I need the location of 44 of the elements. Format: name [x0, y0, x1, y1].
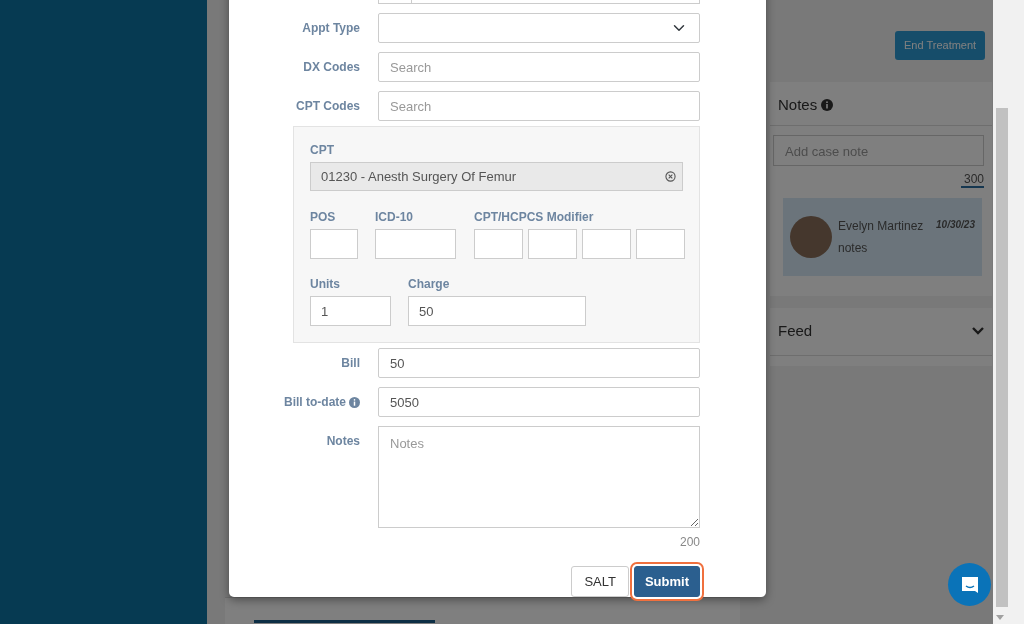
appt-type-select[interactable]: [378, 13, 700, 43]
chevron-icon[interactable]: [972, 327, 984, 336]
charge-field[interactable]: 50: [408, 296, 586, 326]
cpt-value: 01230 - Anesth Surgery Of Femur: [321, 167, 517, 186]
field-label: CPT Codes: [295, 98, 361, 115]
character-counter: 200: [679, 535, 700, 549]
field-label: Notes: [325, 433, 361, 450]
field-label: DX Codes: [302, 59, 361, 76]
modifier-field[interactable]: [528, 229, 577, 259]
pos-field[interactable]: [310, 229, 358, 259]
field-label: CPT/HCPCS Modifier: [474, 209, 595, 226]
field-label: CPT: [310, 142, 335, 159]
character-counter: 300: [960, 171, 984, 188]
bill-field[interactable]: 5050: [378, 387, 700, 417]
info-icon[interactable]: [349, 396, 360, 408]
modifier-field[interactable]: [636, 229, 685, 259]
avatar: [790, 215, 832, 258]
modifier-field[interactable]: [474, 229, 523, 259]
field-label: Units: [310, 276, 341, 293]
note-date: 10/30/23: [936, 217, 975, 232]
salt-button[interactable]: SALT: [571, 566, 629, 597]
field-label: ICD-10: [375, 209, 414, 226]
notes-title: Notes: [778, 95, 818, 115]
info-icon[interactable]: [821, 99, 834, 112]
feed-title: Feed: [778, 321, 813, 341]
clear-icon[interactable]: [665, 171, 676, 182]
notes-field[interactable]: Notes: [378, 426, 700, 528]
search-field[interactable]: Search: [378, 91, 700, 121]
scrollbar-thumb[interactable]: [996, 108, 1008, 607]
field-label: Appt Type: [301, 20, 361, 37]
note-text: notes: [838, 239, 869, 257]
bill-field[interactable]: 50: [378, 348, 700, 378]
search-field[interactable]: Search: [378, 52, 700, 82]
field-label: POS: [310, 209, 337, 226]
chat-icon: [959, 574, 980, 595]
icd-field[interactable]: [375, 229, 456, 259]
modifier-field[interactable]: [582, 229, 631, 259]
scroll-down-icon[interactable]: [996, 615, 1004, 620]
field-label: Charge: [408, 276, 451, 293]
field-label: Bill: [341, 355, 360, 372]
field-label: Bill to-date: [284, 394, 346, 411]
units-field[interactable]: 1: [310, 296, 391, 326]
cpt-field[interactable]: 01230 - Anesth Surgery Of Femur: [310, 162, 683, 191]
note-author: Evelyn Martinez: [838, 217, 924, 235]
